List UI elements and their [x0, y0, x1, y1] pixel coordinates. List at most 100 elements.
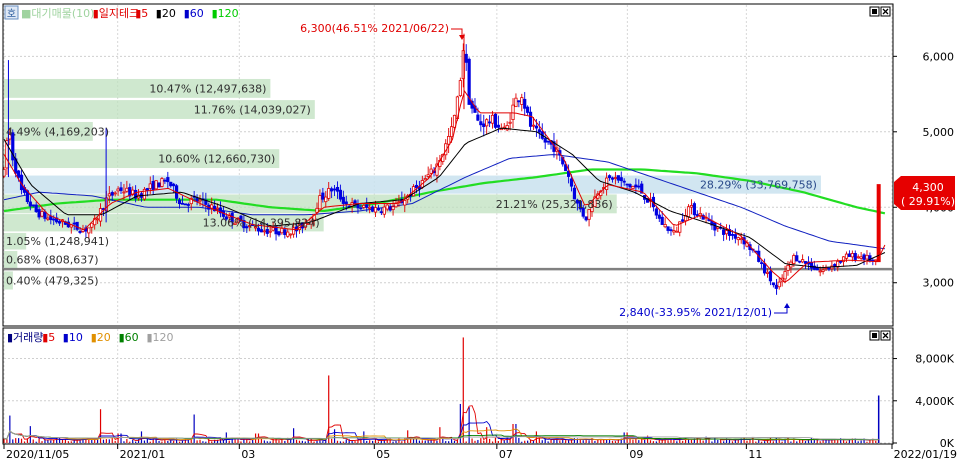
candle-body: [72, 222, 76, 225]
candle-body: [795, 255, 799, 262]
candle-body: [110, 192, 114, 196]
candle-body: [493, 113, 498, 128]
candle-body: [517, 100, 521, 103]
candle-body: [403, 199, 407, 206]
candle-body: [376, 207, 381, 211]
legend-item: ■대기매물(10): [21, 7, 94, 20]
candle-body: [28, 201, 32, 207]
resistance-band-label: 13.06% (14,395,824): [203, 217, 320, 230]
date-axis-label: 09: [629, 448, 643, 461]
candle-body: [180, 202, 185, 205]
candle-body: [622, 180, 626, 183]
date-axis-label: 2021/01: [120, 448, 166, 461]
candle-body: [321, 192, 325, 200]
candle-body: [634, 184, 638, 188]
candle-body: [722, 229, 726, 235]
candle-body: [388, 206, 392, 211]
candle-body: [850, 253, 854, 258]
candle-body: [318, 195, 322, 210]
price-axis-label: 6,000: [923, 50, 955, 63]
price-panel-close-button[interactable]: [880, 6, 891, 17]
candle-body: [122, 191, 126, 194]
candle-body: [798, 260, 802, 263]
candle-body: [78, 230, 82, 233]
candle-body: [125, 187, 129, 192]
legend-item: ▮5: [135, 7, 148, 20]
candle-body: [488, 121, 492, 124]
candle-body: [689, 205, 694, 208]
candle-body: [332, 188, 337, 191]
candle-body: [157, 182, 161, 188]
candle-body: [479, 121, 483, 126]
candle-body: [464, 53, 468, 63]
candle-body: [803, 261, 808, 264]
candle-body: [289, 233, 293, 236]
candle-body: [449, 126, 454, 138]
candle-body: [17, 170, 21, 178]
candle-body: [833, 264, 837, 267]
candle-body: [90, 222, 94, 228]
candle-body: [783, 271, 787, 280]
current-price-tag: 4,300 ( 29.91%): [894, 176, 955, 210]
candle-body: [713, 222, 717, 231]
candle-body: [511, 104, 515, 120]
candle-body: [368, 206, 372, 209]
price-panel-restore-button[interactable]: [869, 6, 880, 17]
candle-body: [177, 199, 182, 205]
candle-body: [119, 187, 123, 191]
current-change-text: ( 29.91%): [901, 195, 955, 208]
candle-body: [543, 138, 547, 143]
candle-body: [628, 184, 632, 188]
candle-body: [856, 256, 860, 259]
candle-body: [733, 234, 737, 239]
price-axis-label: 5,000: [923, 126, 955, 139]
candle-body: [172, 183, 176, 187]
candle-body: [666, 226, 670, 231]
candle-body: [46, 217, 50, 220]
candle-body: [327, 188, 331, 199]
restore-icon: [872, 9, 877, 14]
candle-body: [739, 238, 743, 241]
resistance-band-label: 28.29% (33,769,758): [700, 179, 817, 192]
candle-body: [385, 204, 389, 210]
chart-logo-text: 호: [7, 8, 16, 20]
candle-body: [160, 178, 164, 187]
candle-body: [148, 183, 152, 189]
candle-body: [37, 209, 41, 218]
candle-body: [96, 218, 100, 221]
candle-body: [762, 263, 767, 274]
candle-body: [625, 183, 629, 186]
volume-panel-restore-button[interactable]: [869, 330, 880, 341]
candle-body: [496, 124, 500, 128]
candle-body: [584, 216, 588, 221]
current-price-text: 4,300: [912, 181, 944, 194]
candle-body: [505, 125, 509, 131]
candle-body: [777, 281, 781, 288]
candle-body: [485, 119, 489, 127]
volume-legend: ▮거래량▮5 ▮10 ▮20 ▮60 ▮120: [7, 331, 174, 344]
candle-body: [265, 229, 269, 234]
candle-body: [215, 207, 220, 210]
candle-body: [613, 177, 617, 179]
volume-panel-close-button[interactable]: [880, 330, 891, 341]
candle-body: [765, 271, 770, 274]
resistance-band-label: 10.60% (12,660,730): [158, 153, 275, 166]
candle-body: [382, 206, 386, 215]
candle-body: [681, 219, 685, 222]
legend-item: ▮5: [42, 331, 55, 344]
resistance-band-label: 4.49% (4,169,203): [6, 125, 109, 138]
candle-body: [827, 267, 831, 270]
candle-body: [514, 97, 518, 108]
candle-body: [730, 234, 735, 236]
legend-item: ▮거래량: [7, 331, 43, 344]
candle-body: [40, 211, 44, 217]
candle-body: [341, 196, 345, 204]
date-axis-label: 05: [376, 448, 390, 461]
candle-body: [637, 185, 641, 188]
candle-body: [429, 168, 433, 174]
candle-body: [379, 211, 383, 214]
candle-body: [277, 231, 281, 236]
candle-body: [330, 188, 334, 192]
candle-body: [663, 224, 667, 228]
candle-body: [259, 229, 264, 233]
